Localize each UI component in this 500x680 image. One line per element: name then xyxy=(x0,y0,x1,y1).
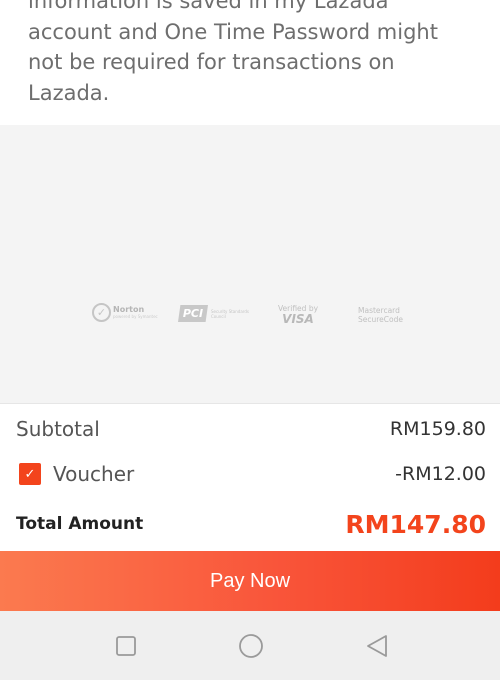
subtotal-row: Subtotal RM159.80 xyxy=(16,414,486,444)
voucher-label: Voucher xyxy=(53,462,135,486)
verified-by-visa-badge: Verified by VISA xyxy=(278,304,318,326)
total-row: Total Amount RM147.80 xyxy=(16,507,486,541)
subtotal-label: Subtotal xyxy=(16,417,100,441)
voucher-row: ✓ Voucher -RM12.00 xyxy=(16,459,486,489)
norton-sub: powered by Symantec xyxy=(113,314,158,319)
order-summary: Subtotal RM159.80 ✓ Voucher -RM12.00 Tot… xyxy=(0,403,500,552)
save-card-info-panel: information is saved in my Lazada accoun… xyxy=(0,0,500,125)
total-label: Total Amount xyxy=(16,514,144,534)
norton-badge: ✓ Norton powered by Symantec xyxy=(92,303,158,322)
norton-check-icon: ✓ xyxy=(92,303,111,322)
mastercard-line2: SecureCode xyxy=(358,315,403,324)
pci-sub: Security Standards Council xyxy=(211,308,249,319)
pci-logo: PCI xyxy=(178,305,208,322)
home-circle-icon[interactable] xyxy=(238,633,264,659)
mastercard-line1: Mastercard xyxy=(358,306,400,315)
checkmark-icon: ✓ xyxy=(24,466,36,482)
back-triangle-icon[interactable] xyxy=(364,633,390,659)
recents-square-icon[interactable] xyxy=(113,633,139,659)
security-badges-area xyxy=(0,125,500,403)
subtotal-value: RM159.80 xyxy=(389,418,486,440)
mastercard-securecode-badge: Mastercard SecureCode xyxy=(358,306,403,324)
visa-line2: VISA xyxy=(282,312,314,326)
save-card-info-text: information is saved in my Lazada accoun… xyxy=(28,0,438,105)
norton-name: Norton xyxy=(113,305,145,314)
android-navigation-bar xyxy=(0,611,500,680)
pay-now-button[interactable]: Pay Now xyxy=(0,551,500,611)
pci-badge: PCI Security Standards Council xyxy=(178,305,251,322)
voucher-checkbox[interactable]: ✓ xyxy=(19,463,41,485)
total-value: RM147.80 xyxy=(345,509,486,539)
voucher-value: -RM12.00 xyxy=(395,463,486,485)
